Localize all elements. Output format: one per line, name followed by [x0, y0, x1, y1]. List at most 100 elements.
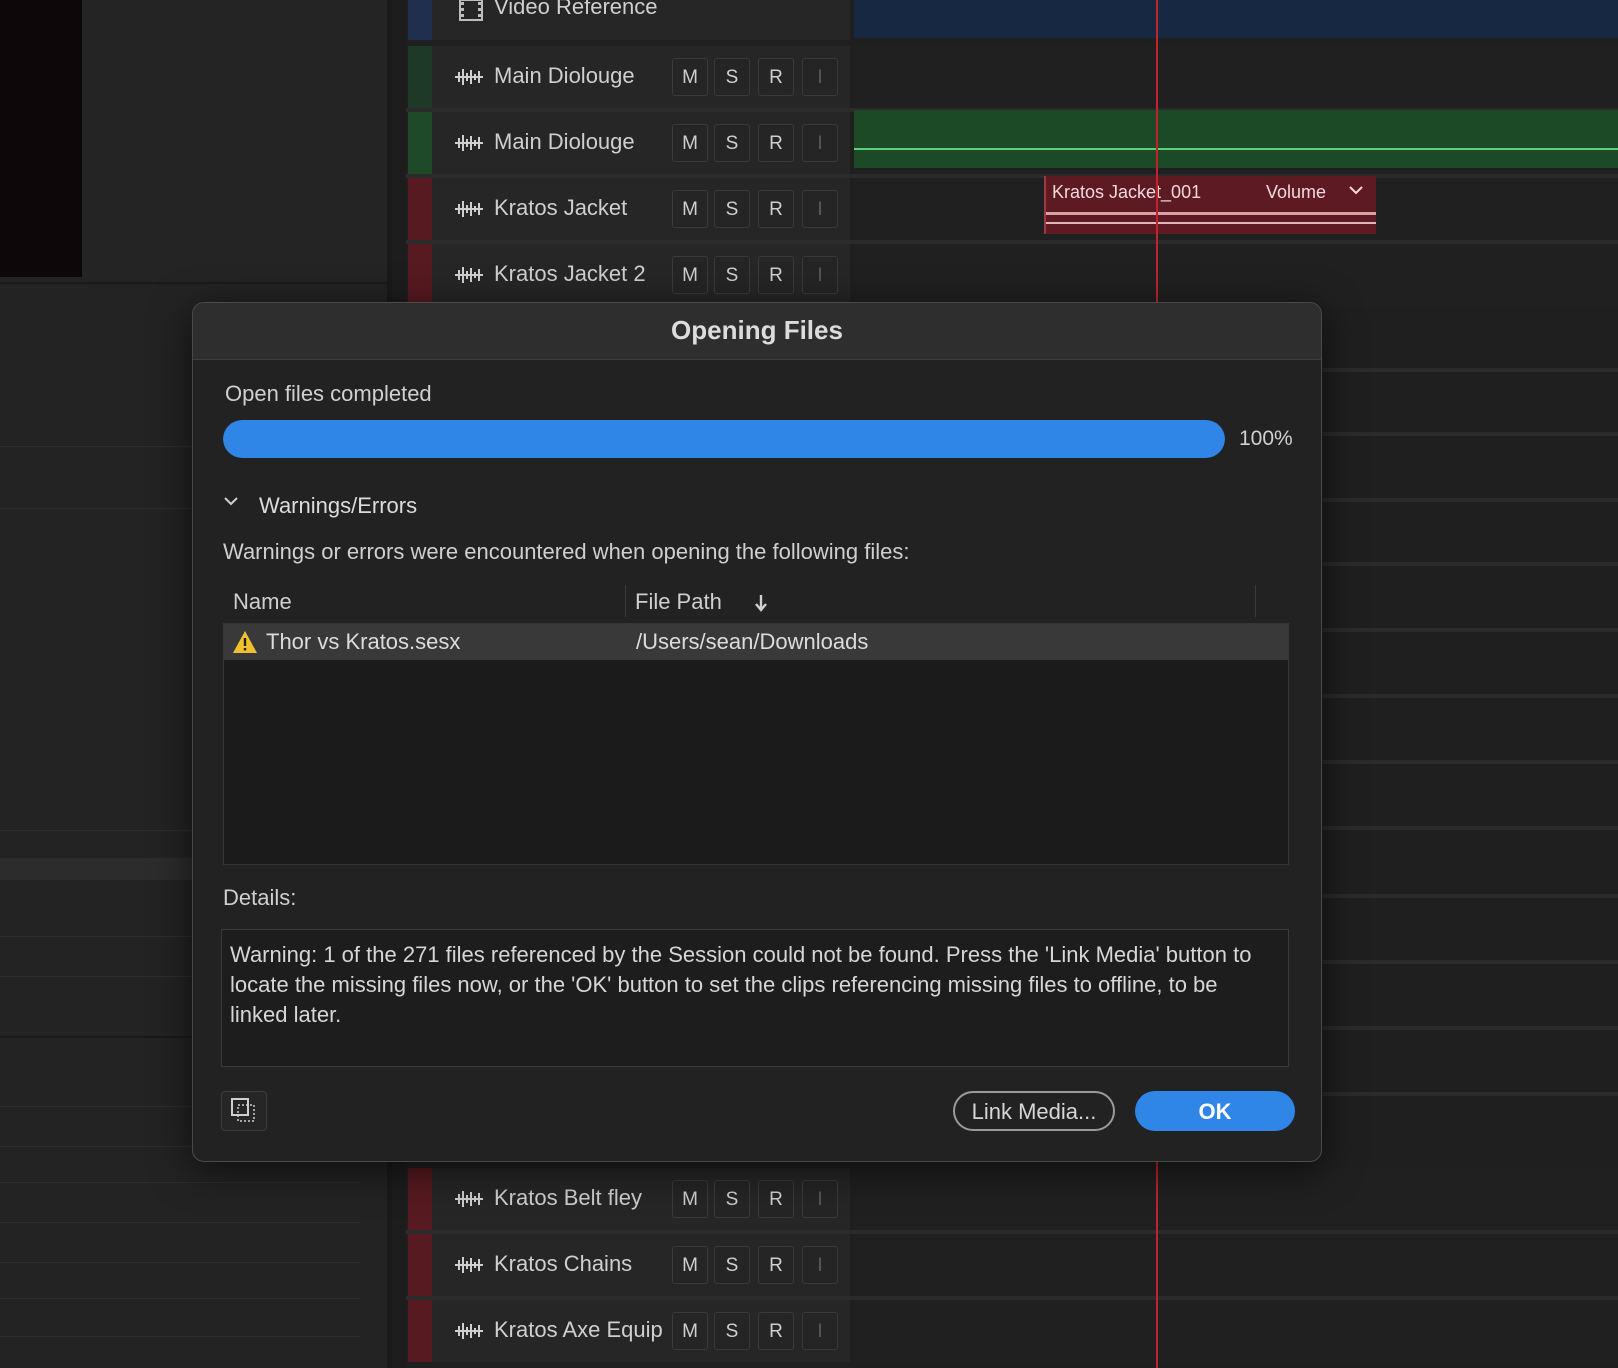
record-button[interactable]: R	[758, 1246, 794, 1284]
track-color-strip	[408, 46, 432, 108]
chevron-down-icon[interactable]	[1348, 184, 1364, 196]
record-button[interactable]: R	[758, 1180, 794, 1218]
solo-button[interactable]: S	[714, 1312, 750, 1350]
dialog-titlebar[interactable]: Opening Files	[193, 303, 1321, 360]
track-row[interactable]: Kratos Axe Equip M S R I	[406, 1300, 1618, 1362]
column-header-file-path[interactable]: File Path	[635, 589, 722, 615]
track-lane[interactable]	[854, 1168, 1618, 1230]
panel-line	[0, 1182, 360, 1183]
track-name: Kratos Jacket	[494, 195, 628, 220]
record-button[interactable]: R	[758, 1312, 794, 1350]
track-color-strip	[408, 244, 432, 306]
details-text: Warning: 1 of the 271 files referenced b…	[230, 942, 1252, 1027]
input-monitor-button[interactable]: I	[802, 190, 838, 228]
files-table: Name File Path Thor vs Kratos.sesx /User…	[223, 581, 1289, 1161]
mute-button[interactable]: M	[672, 124, 708, 162]
video-reference-track[interactable]: Video Reference	[406, 0, 1618, 40]
status-text: Open files completed	[225, 381, 432, 406]
solo-button[interactable]: S	[714, 124, 750, 162]
warnings-errors-toggle[interactable]: Warnings/Errors	[259, 493, 417, 519]
record-button[interactable]: R	[758, 124, 794, 162]
track-row[interactable]: Kratos Chains M S R I	[406, 1234, 1618, 1300]
warnings-description: Warnings or errors were encountered when…	[223, 539, 910, 564]
track-header[interactable]: Video Reference	[432, 0, 850, 40]
column-divider[interactable]	[1255, 585, 1256, 617]
solo-button[interactable]: S	[714, 1246, 750, 1284]
sort-descending-icon[interactable]	[753, 593, 769, 613]
waveform-icon	[455, 201, 483, 217]
volume-envelope[interactable]	[1046, 212, 1376, 215]
left-top-area	[82, 0, 387, 282]
chevron-down-icon[interactable]	[221, 491, 241, 511]
progress-percent: 100%	[1239, 427, 1293, 450]
track-lane[interactable]	[854, 1234, 1618, 1296]
track-row[interactable]: Kratos Jacket 2 M S R I	[406, 244, 1618, 306]
record-button[interactable]: R	[758, 58, 794, 96]
track-header[interactable]: Main Diolouge M S R I	[432, 112, 850, 174]
mute-button[interactable]: M	[672, 58, 708, 96]
mute-button[interactable]: M	[672, 256, 708, 294]
panel-line	[0, 1336, 360, 1337]
input-monitor-button[interactable]: I	[802, 1312, 838, 1350]
ok-button[interactable]: OK	[1135, 1091, 1295, 1131]
mute-button[interactable]: M	[672, 1246, 708, 1284]
file-path: /Users/sean/Downloads	[636, 629, 869, 654]
track-separator	[1318, 1026, 1618, 1030]
waveform-icon	[455, 1257, 483, 1273]
solo-button[interactable]: S	[714, 58, 750, 96]
track-header[interactable]: Main Diolouge M S R I	[432, 46, 850, 108]
audio-clip-main-dialogue[interactable]	[854, 110, 1618, 168]
copy-to-clipboard-button[interactable]	[221, 1091, 267, 1131]
input-monitor-button[interactable]: I	[802, 1246, 838, 1284]
track-color-strip	[408, 1234, 432, 1296]
solo-button[interactable]: S	[714, 256, 750, 294]
waveform-icon	[455, 1191, 483, 1207]
waveform-icon	[455, 69, 483, 85]
input-monitor-button[interactable]: I	[802, 256, 838, 294]
solo-button[interactable]: S	[714, 1180, 750, 1218]
track-name: Main Diolouge	[494, 63, 635, 88]
clip-parameter-dropdown[interactable]: Volume	[1266, 182, 1326, 203]
waveform-icon	[455, 267, 483, 283]
track-header[interactable]: Kratos Belt fley M S R I	[432, 1168, 850, 1230]
column-divider[interactable]	[625, 585, 626, 617]
track-row[interactable]: Main Diolouge M S R I	[406, 46, 1618, 112]
record-button[interactable]: R	[758, 256, 794, 294]
track-header[interactable]: Kratos Jacket M S R I	[432, 178, 850, 240]
input-monitor-button[interactable]: I	[802, 58, 838, 96]
warning-icon	[233, 631, 257, 653]
mute-button[interactable]: M	[672, 190, 708, 228]
waveform-icon	[455, 135, 483, 151]
input-monitor-button[interactable]: I	[802, 1180, 838, 1218]
track-header[interactable]: Kratos Chains M S R I	[432, 1234, 850, 1296]
track-lane[interactable]	[854, 244, 1618, 306]
panel-scrollbar[interactable]	[0, 858, 200, 880]
track-color-strip	[408, 1168, 432, 1230]
column-header-name[interactable]: Name	[233, 589, 292, 615]
progress-fill	[223, 420, 1225, 458]
mute-button[interactable]: M	[672, 1180, 708, 1218]
track-name: Kratos Jacket 2	[494, 261, 646, 286]
audio-clip-kratos-jacket[interactable]: Kratos Jacket_001 Volume	[1044, 176, 1376, 234]
track-separator	[1318, 826, 1618, 830]
details-textbox[interactable]: Warning: 1 of the 271 files referenced b…	[221, 929, 1289, 1067]
track-separator	[1318, 694, 1618, 698]
input-monitor-button[interactable]: I	[802, 124, 838, 162]
track-row[interactable]: Kratos Belt fley M S R I	[406, 1168, 1618, 1234]
video-lane[interactable]	[854, 0, 1618, 38]
track-header[interactable]: Kratos Jacket 2 M S R I	[432, 244, 850, 306]
table-header: Name File Path	[223, 581, 1289, 621]
track-lane[interactable]	[854, 46, 1618, 108]
record-button[interactable]: R	[758, 190, 794, 228]
solo-button[interactable]: S	[714, 190, 750, 228]
track-separator	[1318, 760, 1618, 764]
track-color-strip	[408, 178, 432, 240]
track-header[interactable]: Kratos Axe Equip M S R I	[432, 1300, 850, 1362]
track-row[interactable]: Kratos Jacket M S R I	[406, 178, 1618, 244]
table-row[interactable]: Thor vs Kratos.sesx /Users/sean/Download…	[224, 624, 1288, 660]
track-lane[interactable]	[854, 1300, 1618, 1362]
panel-line	[0, 1298, 360, 1299]
link-media-button[interactable]: Link Media...	[953, 1091, 1115, 1131]
track-separator	[1318, 960, 1618, 964]
mute-button[interactable]: M	[672, 1312, 708, 1350]
